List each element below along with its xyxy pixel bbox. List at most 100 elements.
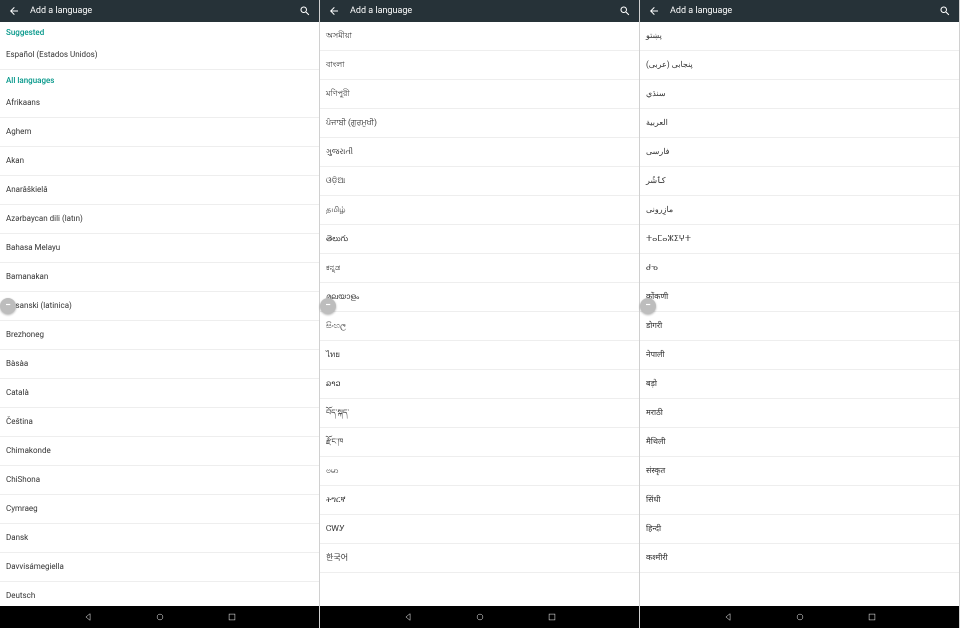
triangle-back-icon [83, 612, 93, 622]
language-item[interactable]: മലയാളം [320, 283, 639, 312]
search-button[interactable] [937, 3, 953, 19]
nav-home[interactable] [794, 611, 806, 623]
search-icon [939, 5, 951, 17]
search-button[interactable] [617, 3, 633, 19]
language-list: SuggestedEspañol (Estados Unidos)All lan… [0, 22, 319, 606]
language-item[interactable]: Aghem [0, 118, 319, 147]
section-header: All languages [0, 70, 319, 89]
language-item[interactable]: ଓଡ଼ିଆ [320, 167, 639, 196]
back-button[interactable] [6, 3, 22, 19]
language-item[interactable]: बड़ो [640, 370, 959, 399]
nav-recent[interactable] [546, 611, 558, 623]
language-item[interactable]: རྫོང་ཁ [320, 428, 639, 457]
language-item[interactable]: ⵜⴰⵎⴰⵣⵉⵖⵜ [640, 225, 959, 254]
language-list: پښتوپنجابی (عربی)سنڌيالعربيةفارسیکٲشُرما… [640, 22, 959, 606]
language-item[interactable]: Čeština [0, 408, 319, 437]
language-item[interactable]: Azərbaycan dili (latın) [0, 205, 319, 234]
language-item[interactable]: Bàsàa [0, 350, 319, 379]
app-bar: Add a language [640, 0, 959, 22]
language-item[interactable]: हिन्दी [640, 515, 959, 544]
language-item[interactable]: Dansk [0, 524, 319, 553]
nav-back[interactable] [82, 611, 94, 623]
app-bar: Add a language [320, 0, 639, 22]
language-item[interactable]: ဗမာ [320, 457, 639, 486]
nav-back[interactable] [722, 611, 734, 623]
arrow-back-icon [8, 5, 20, 17]
language-item[interactable]: ગુજરાતી [320, 138, 639, 167]
language-item[interactable]: ລາວ [320, 370, 639, 399]
language-item[interactable]: ትግርኛ [320, 486, 639, 515]
language-item[interactable]: ChiShona [0, 466, 319, 495]
nav-bar [0, 606, 319, 628]
language-item[interactable]: Bamanakan [0, 263, 319, 292]
nav-recent[interactable] [226, 611, 238, 623]
language-item[interactable]: मैथिली [640, 428, 959, 457]
minus-icon: − [325, 301, 331, 311]
language-item[interactable]: Bahasa Melayu [0, 234, 319, 263]
language-item[interactable]: ᏣᎳᎩ [320, 515, 639, 544]
nav-home[interactable] [154, 611, 166, 623]
language-item[interactable]: सिंधी [640, 486, 959, 515]
appbar-title: Add a language [30, 6, 297, 16]
language-item[interactable]: Cymraeg [0, 495, 319, 524]
language-item[interactable]: 한국어 [320, 544, 639, 573]
language-item[interactable]: Afrikaans [0, 89, 319, 118]
language-item[interactable]: தமிழ் [320, 196, 639, 225]
language-item[interactable]: বাংলা [320, 51, 639, 80]
circle-home-icon [475, 612, 485, 622]
panel-0: Add a language SuggestedEspañol (Estados… [0, 0, 320, 628]
language-item[interactable]: සිංහල [320, 312, 639, 341]
appbar-title: Add a language [350, 6, 617, 16]
search-icon [299, 5, 311, 17]
square-recent-icon [547, 612, 557, 622]
nav-home[interactable] [474, 611, 486, 623]
fab-button[interactable]: − [320, 298, 336, 314]
language-item[interactable]: Bosanski (latinica) [0, 292, 319, 321]
back-button[interactable] [326, 3, 342, 19]
app-bar: Add a language [0, 0, 319, 22]
language-item[interactable]: کٲشُر [640, 167, 959, 196]
section-header: Suggested [0, 22, 319, 41]
language-item[interactable]: پښتو [640, 22, 959, 51]
fab-button[interactable]: − [640, 298, 656, 314]
search-button[interactable] [297, 3, 313, 19]
language-item[interactable]: Brezhoneg [0, 321, 319, 350]
nav-recent[interactable] [866, 611, 878, 623]
language-item[interactable]: Akan [0, 147, 319, 176]
language-item[interactable]: कोंकणी [640, 283, 959, 312]
language-item[interactable]: Deutsch [0, 582, 319, 606]
language-item[interactable]: संस्कृत [640, 457, 959, 486]
language-item[interactable]: مازِرونی [640, 196, 959, 225]
fab-button[interactable]: − [0, 298, 16, 314]
language-item[interactable]: བོད་སྐད་ [320, 399, 639, 428]
language-item[interactable]: मराठी [640, 399, 959, 428]
language-item[interactable]: ᑯᓀ [640, 254, 959, 283]
language-item[interactable]: ಕನ್ನಡ [320, 254, 639, 283]
language-item[interactable]: Davvisámegiella [0, 553, 319, 582]
circle-home-icon [795, 612, 805, 622]
nav-bar [320, 606, 639, 628]
language-item[interactable]: سنڌي [640, 80, 959, 109]
language-item[interactable]: پنجابی (عربی) [640, 51, 959, 80]
language-item[interactable]: डोगरी [640, 312, 959, 341]
language-item[interactable]: ไทย [320, 341, 639, 370]
language-item[interactable]: Anarâškielâ [0, 176, 319, 205]
arrow-back-icon [328, 5, 340, 17]
language-item[interactable]: ਪੰਜਾਬੀ (ਗੁਰਮੁਖੀ) [320, 109, 639, 138]
language-item[interactable]: नेपाली [640, 341, 959, 370]
language-item[interactable]: తెలుగు [320, 225, 639, 254]
appbar-title: Add a language [670, 6, 937, 16]
search-icon [619, 5, 631, 17]
arrow-back-icon [648, 5, 660, 17]
language-item[interactable]: অসমীয়া [320, 22, 639, 51]
language-item[interactable]: Català [0, 379, 319, 408]
language-item[interactable]: कश्मीरी [640, 544, 959, 573]
panel-1: Add a language অসমীয়াবাংলামণিপুরীਪੰਜਾਬੀ… [320, 0, 640, 628]
language-item[interactable]: মণিপুরী [320, 80, 639, 109]
language-item[interactable]: Chimakonde [0, 437, 319, 466]
nav-back[interactable] [402, 611, 414, 623]
language-item[interactable]: Español (Estados Unidos) [0, 41, 319, 70]
language-item[interactable]: العربية [640, 109, 959, 138]
language-item[interactable]: فارسی [640, 138, 959, 167]
back-button[interactable] [646, 3, 662, 19]
